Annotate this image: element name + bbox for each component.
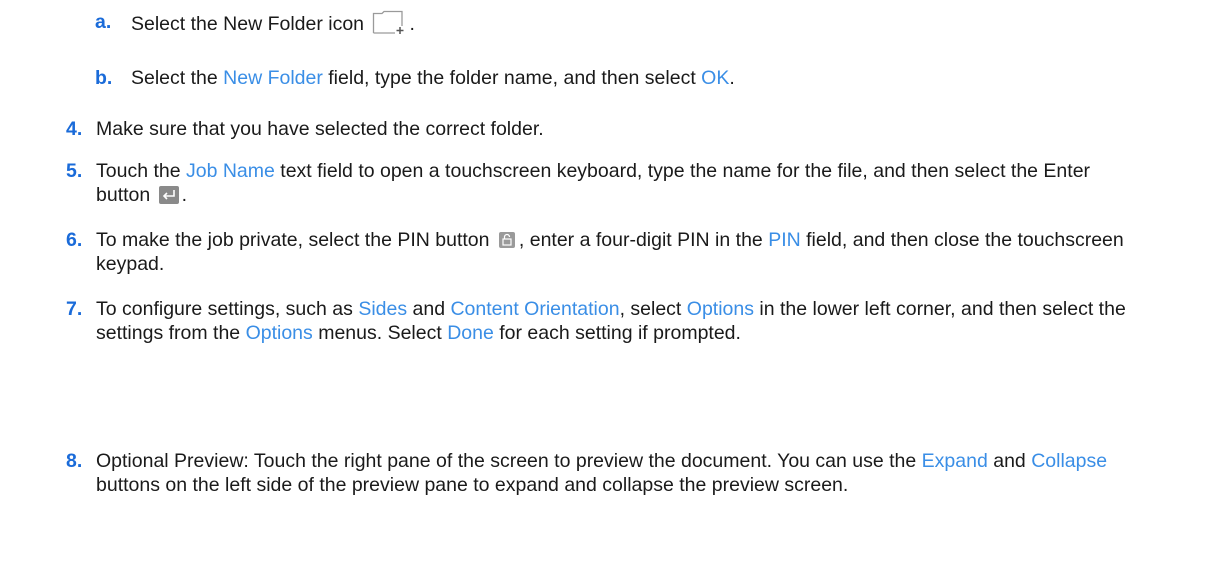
- enter-icon: [158, 186, 179, 204]
- substep-number: a.: [95, 11, 112, 33]
- substep-number: b.: [95, 67, 113, 89]
- step-text: Optional Preview: Touch the right pane o…: [96, 450, 1108, 496]
- ui-term-expand: Expand: [921, 450, 988, 472]
- substep-text: Select the New Folder icon .: [131, 10, 1133, 36]
- ui-term-done: Done: [447, 322, 494, 344]
- ui-term-options-menus: Options: [245, 322, 313, 344]
- pin-icon: [498, 230, 515, 248]
- step-text: Touch the Job Name text field to open a …: [96, 160, 1091, 206]
- step-number: 6.: [66, 229, 83, 251]
- ui-term-pin: PIN: [768, 229, 801, 251]
- step-number: 4.: [66, 118, 83, 140]
- ui-term-sides: Sides: [358, 298, 408, 320]
- new-folder-icon: [372, 10, 406, 34]
- ui-term-ok: OK: [701, 67, 730, 89]
- step-text: To make the job private, select the PIN …: [96, 229, 1124, 275]
- ui-term-new-folder: New Folder: [223, 67, 323, 89]
- step-text: Make sure that you have selected the cor…: [96, 118, 544, 140]
- ui-term-content-orientation: Content Orientation: [450, 298, 620, 320]
- ui-term-job-name: Job Name: [185, 160, 275, 182]
- substep-text: Select the New Folder field, type the fo…: [131, 67, 735, 89]
- step-text: To configure settings, such as Sides and…: [96, 298, 1126, 344]
- step-number: 5.: [66, 160, 83, 182]
- step-number: 7.: [66, 298, 83, 320]
- ui-term-collapse: Collapse: [1031, 450, 1108, 472]
- step-number: 8.: [66, 450, 83, 472]
- ui-term-options: Options: [686, 298, 754, 320]
